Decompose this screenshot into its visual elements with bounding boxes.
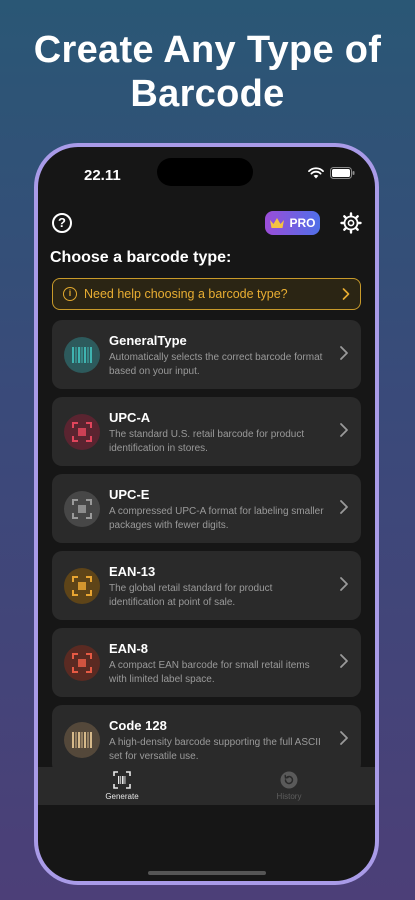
barcode-type-icon [64,414,100,450]
barcode-type-description: Automatically selects the correct barcod… [109,352,323,377]
barcode-type-card[interactable]: UPC-A The standard U.S. retail barcode fo… [52,397,361,466]
barcode-type-icon [64,337,100,373]
barcode-type-description: The standard U.S. retail barcode for pro… [109,429,305,454]
pro-button[interactable]: PRO [265,211,320,235]
promo-headline-line2: Barcode [130,73,285,115]
barcode-type-name: GeneralType [109,333,187,348]
info-icon: i [63,287,77,301]
scan-frame-icon [72,576,92,596]
scan-frame-icon [72,653,92,673]
barcode-type-icon [64,645,100,681]
scan-frame-icon [72,499,92,519]
tab-history-label: History [276,792,302,801]
barcode-type-description: The global retail standard for product i… [109,583,273,608]
tab-generate-label: Generate [105,792,139,801]
help-banner-text: Need help choosing a barcode type? [84,287,288,301]
status-bar: 22.11 [38,147,375,195]
tab-bar: Generate History [38,767,375,805]
gear-icon[interactable] [340,212,362,234]
barcode-type-name: EAN-8 [109,641,149,656]
scan-frame-icon [72,422,92,442]
barcode-type-description: A compact EAN barcode for small retail i… [109,660,310,685]
section-title: Choose a barcode type: [50,249,232,266]
scan-frame-icon [113,771,131,789]
barcode-type-name: Code 128 [109,718,167,733]
barcode-type-icon [64,568,100,604]
barcode-icon [72,347,92,363]
promo-headline: Create Any Type of Barcode [0,28,415,116]
barcode-type-card[interactable]: Code 128 A high-density barcode supportin… [52,705,361,774]
phone-frame: 22.11 ? PRO Choose a barcode type: i Nee… [34,143,379,885]
chevron-right-icon [340,423,348,437]
status-icons [308,167,355,179]
barcode-type-icon [64,491,100,527]
history-icon [280,771,298,789]
crown-icon [270,218,285,228]
home-indicator [148,871,266,875]
barcode-help-banner[interactable]: i Need help choosing a barcode type? [52,278,361,310]
barcode-type-list: GeneralType Automatically selects the cor… [52,320,361,782]
chevron-right-icon [342,288,350,300]
tab-history[interactable]: History [259,771,319,801]
dynamic-island [157,158,253,186]
barcode-type-card[interactable]: UPC-E A compressed UPC-A format for label… [52,474,361,543]
status-time: 22.11 [84,167,121,184]
tab-generate[interactable]: Generate [92,771,152,801]
battery-icon [330,167,355,179]
barcode-type-name: UPC-E [109,487,150,502]
pro-label: PRO [289,216,316,230]
barcode-icon [72,732,92,748]
app-screen: 22.11 ? PRO Choose a barcode type: i Nee… [38,147,375,881]
barcode-type-card[interactable]: GeneralType Automatically selects the cor… [52,320,361,389]
barcode-type-card[interactable]: EAN-8 A compact EAN barcode for small ret… [52,628,361,697]
promo-headline-line1: Create Any Type of [33,29,382,71]
chevron-right-icon [340,500,348,514]
chevron-right-icon [340,731,348,745]
barcode-type-description: A compressed UPC-A format for labeling s… [109,506,324,531]
chevron-right-icon [340,654,348,668]
wifi-icon [308,167,324,179]
help-button[interactable]: ? [52,213,72,233]
barcode-type-icon [64,722,100,758]
barcode-type-name: EAN-13 [109,564,156,579]
barcode-type-name: UPC-A [109,410,151,425]
chevron-right-icon [340,577,348,591]
barcode-type-description: A high-density barcode supporting the fu… [109,737,321,762]
chevron-right-icon [340,346,348,360]
top-bar: ? PRO [38,209,375,239]
barcode-type-card[interactable]: EAN-13 The global retail standard for pro… [52,551,361,620]
